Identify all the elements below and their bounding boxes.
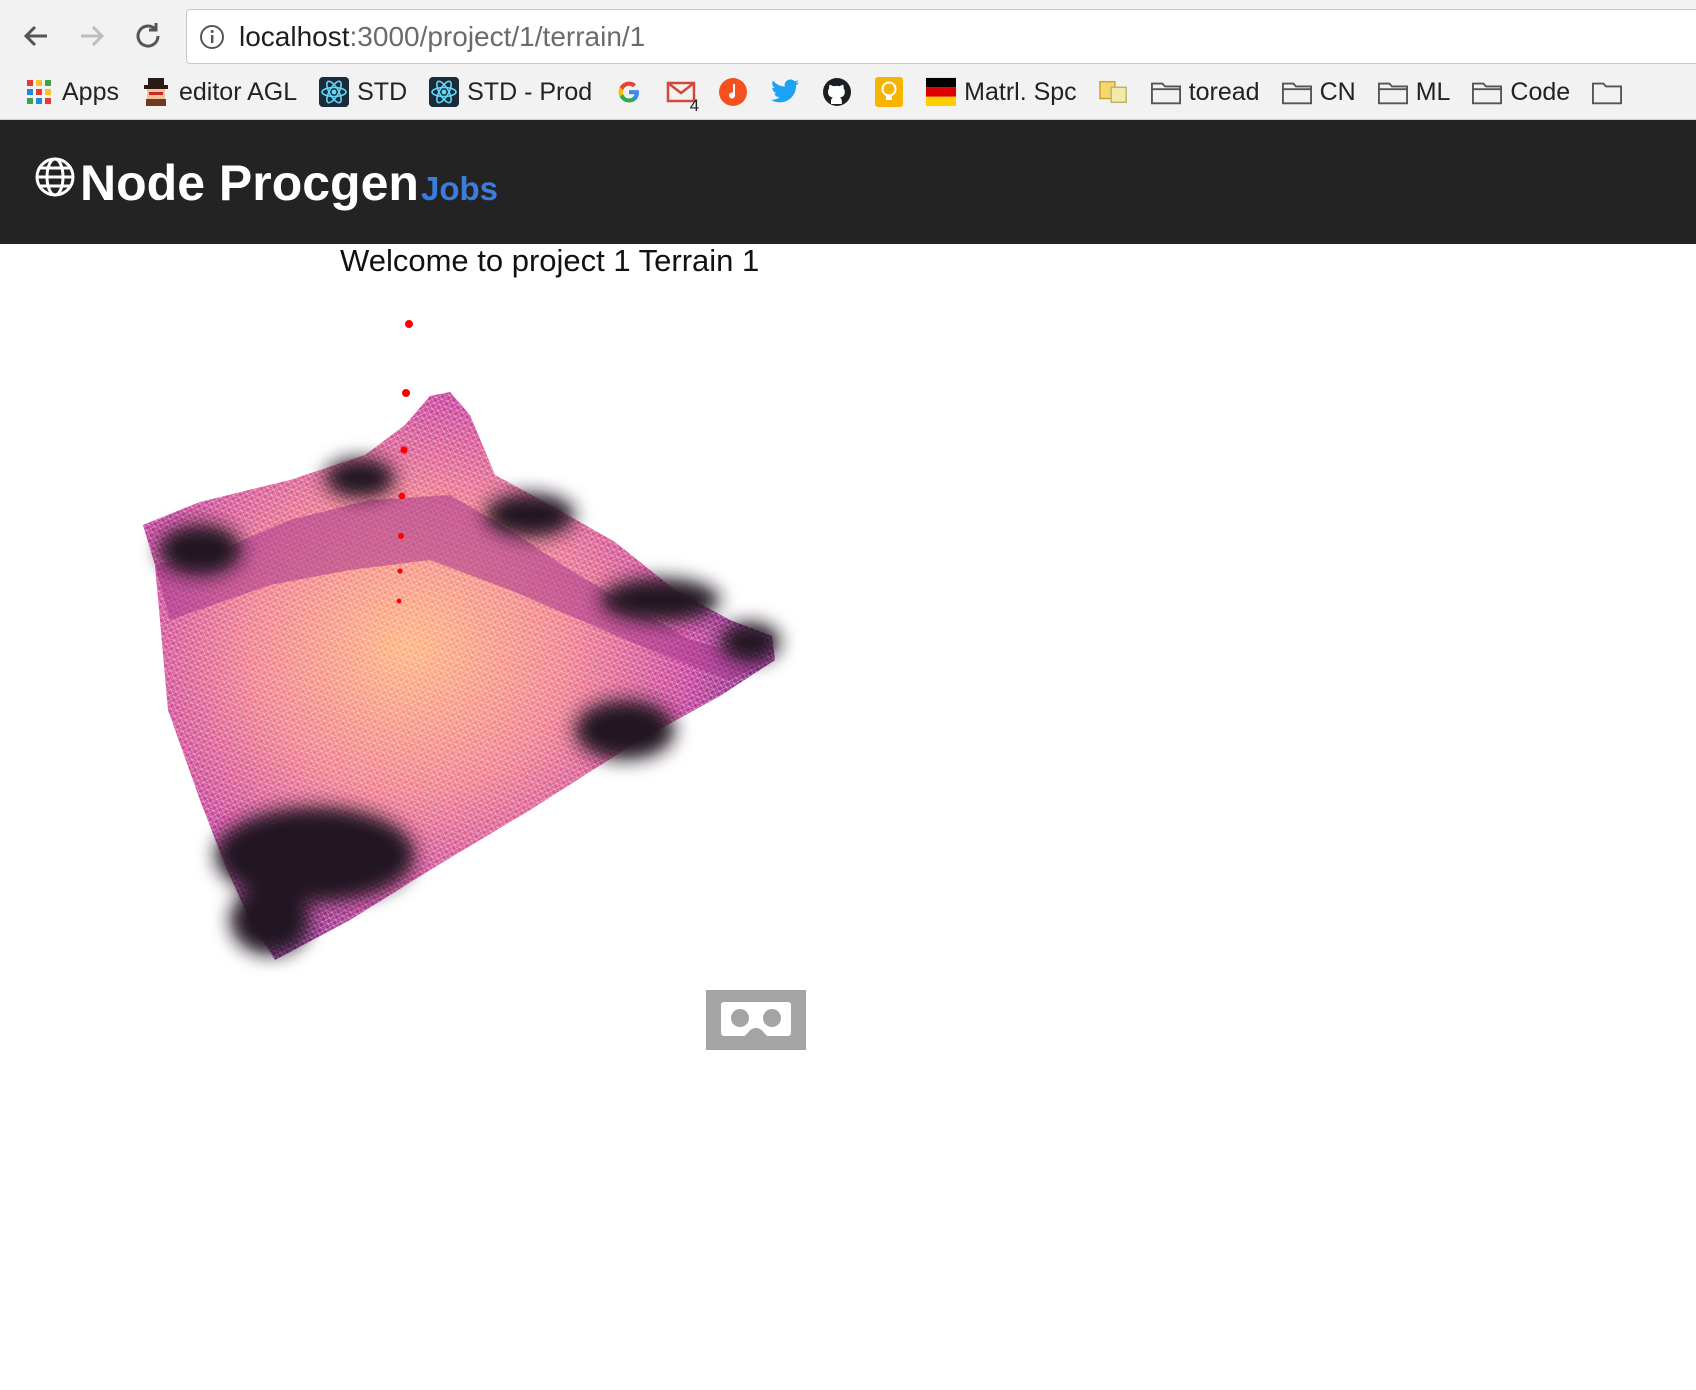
arrow-left-icon	[23, 25, 47, 47]
url-path: :3000/project/1/terrain/1	[349, 21, 646, 52]
marker-dot	[400, 446, 408, 454]
bookmarks-bar: Apps editor AGL STD STD - Prod 4 Matrl. …	[0, 70, 1696, 114]
app-header: Node Procgen Jobs	[0, 120, 1696, 244]
page-heading: Welcome to project 1 Terrain 1	[340, 243, 760, 278]
back-button[interactable]	[16, 16, 56, 56]
gmail-badge: 4	[689, 96, 700, 114]
browser-chrome: localhost:3000/project/1/terrain/1 Apps	[0, 0, 1696, 120]
url-host: localhost	[239, 21, 350, 52]
bookmark-gl[interactable]	[1088, 72, 1140, 112]
bookmark-folder-ml[interactable]: ML	[1367, 72, 1462, 112]
info-icon[interactable]	[199, 24, 225, 55]
marker-dot	[405, 320, 413, 328]
folder-icon	[1281, 77, 1312, 107]
bookmark-label: editor AGL	[178, 77, 298, 106]
bookmark-gmail[interactable]: 4	[655, 72, 707, 114]
globe-icon	[34, 156, 76, 203]
marker-dot	[396, 598, 402, 604]
bookmark-folder-cn[interactable]: CN	[1271, 72, 1367, 112]
twitter-icon	[770, 77, 800, 107]
bookmark-keep[interactable]	[863, 72, 915, 112]
folder-icon	[1150, 77, 1181, 107]
folder-icon	[1592, 77, 1623, 107]
bookmark-folder-toread[interactable]: toread	[1140, 72, 1271, 112]
bookmark-matrl-spc[interactable]: Matrl. Spc	[915, 72, 1088, 112]
bookmark-label: STD - Prod	[467, 77, 593, 106]
gl-icon	[1098, 77, 1129, 107]
terrain-3d-viewport[interactable]	[130, 320, 830, 1040]
vr-mode-button[interactable]	[706, 990, 806, 1050]
forward-button[interactable]	[72, 16, 112, 56]
folder-icon	[1472, 77, 1503, 107]
nav-link-jobs[interactable]: Jobs	[421, 170, 498, 208]
bookmark-overflow[interactable]	[1581, 72, 1633, 112]
bookmark-std-prod[interactable]: STD - Prod	[418, 72, 603, 112]
marker-dot	[402, 389, 410, 397]
bookmark-folder-code[interactable]: Code	[1461, 72, 1581, 112]
url-text[interactable]: localhost:3000/project/1/terrain/1	[239, 21, 645, 53]
address-bar[interactable]: localhost:3000/project/1/terrain/1	[186, 9, 1696, 64]
react-icon	[429, 77, 460, 107]
bookmark-github[interactable]	[811, 72, 863, 112]
apps-grid-icon	[24, 77, 54, 107]
bookmark-music[interactable]	[707, 72, 759, 112]
bookmark-twitter[interactable]	[759, 72, 811, 112]
reload-button[interactable]	[128, 16, 168, 56]
music-icon	[718, 77, 748, 107]
bot-icon	[141, 77, 171, 107]
bookmark-std[interactable]: STD	[308, 72, 418, 112]
react-icon	[319, 77, 350, 107]
bookmark-label: ML	[1415, 77, 1451, 106]
lightbulb-icon	[874, 77, 904, 107]
bookmark-google[interactable]	[603, 72, 655, 112]
reload-icon	[136, 23, 160, 48]
bookmark-label: STD	[357, 77, 408, 106]
terrain-mesh	[143, 392, 780, 960]
app-title[interactable]: Node Procgen	[80, 154, 419, 212]
bookmark-label: toread	[1188, 77, 1260, 106]
marker-dot	[398, 533, 404, 539]
google-icon	[614, 77, 644, 107]
arrow-right-icon	[81, 25, 105, 47]
github-icon	[822, 77, 852, 107]
marker-dot	[398, 492, 406, 500]
bookmark-editor-agl[interactable]: editor AGL	[130, 72, 308, 112]
folder-icon	[1377, 77, 1408, 107]
bookmark-label: Code	[1510, 77, 1571, 106]
bookmark-label: CN	[1319, 77, 1356, 106]
vr-headset-icon	[721, 1002, 791, 1036]
bookmark-label: Apps	[62, 77, 119, 106]
flag-icon	[926, 77, 957, 107]
bookmark-apps[interactable]: Apps	[0, 72, 130, 112]
bookmark-label: Matrl. Spc	[964, 77, 1077, 106]
marker-dot	[397, 568, 403, 574]
